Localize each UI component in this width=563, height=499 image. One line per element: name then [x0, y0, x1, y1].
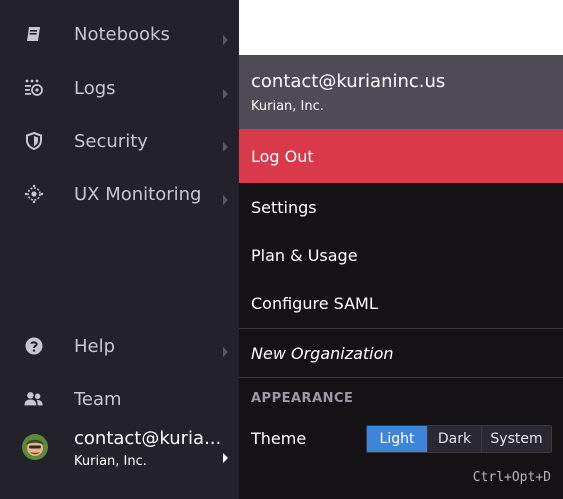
sidebar-item-label: Help [74, 335, 116, 357]
sidebar-item-notebooks[interactable]: Notebooks [0, 7, 239, 61]
sidebar-item-logs[interactable]: Logs [0, 61, 239, 115]
sidebar-item-ux-monitoring[interactable]: UX Monitoring [0, 167, 239, 221]
notebook-icon [24, 24, 44, 44]
menu-divider [239, 377, 563, 378]
chevron-right-icon [222, 341, 230, 357]
sidebar-item-security[interactable]: Security [0, 114, 239, 168]
account-menu: contact@kurianinc.us Kurian, Inc. Log Ou… [239, 55, 563, 499]
chevron-right-icon [222, 448, 230, 463]
theme-label: Theme [251, 429, 307, 448]
theme-option-dark[interactable]: Dark [427, 426, 481, 452]
shield-icon [24, 131, 44, 151]
menu-item-new-organization[interactable]: New Organization [239, 329, 563, 377]
sidebar: Notebooks Logs Security UX Monitoring He… [0, 0, 239, 499]
ux-monitoring-icon [24, 184, 44, 204]
account-menu-header: contact@kurianinc.us Kurian, Inc. [239, 55, 563, 129]
menu-item-plan-usage[interactable]: Plan & Usage [239, 231, 563, 279]
account-menu-org: Kurian, Inc. [251, 99, 324, 114]
theme-shortcut-hint: Ctrl+Opt+D [472, 470, 551, 485]
chevron-right-icon [222, 136, 230, 152]
logout-button[interactable]: Log Out [239, 129, 563, 183]
theme-toggle: Light Dark System [366, 425, 552, 453]
chevron-right-icon [222, 29, 230, 45]
sidebar-item-label: Security [74, 130, 148, 152]
menu-item-configure-saml[interactable]: Configure SAML [239, 279, 563, 327]
chevron-right-icon [222, 189, 230, 205]
chevron-right-icon [222, 83, 230, 99]
logs-icon [24, 78, 44, 98]
sidebar-item-label: Logs [74, 77, 116, 99]
sidebar-item-help[interactable]: Help [0, 319, 239, 373]
sidebar-item-label: UX Monitoring [74, 183, 202, 205]
sidebar-item-label: Team [74, 388, 122, 410]
sidebar-account[interactable]: contact@kuria... Kurian, Inc. [0, 420, 239, 488]
appearance-section-label: APPEARANCE [251, 391, 354, 406]
account-email: contact@kuria... [74, 428, 222, 449]
theme-option-light[interactable]: Light [367, 426, 427, 452]
theme-option-system[interactable]: System [481, 426, 551, 452]
sidebar-item-team[interactable]: Team [0, 372, 239, 426]
account-org: Kurian, Inc. [74, 454, 147, 469]
help-icon [24, 336, 44, 356]
account-menu-email: contact@kurianinc.us [251, 71, 446, 92]
team-icon [24, 389, 44, 409]
avatar-icon [22, 434, 48, 460]
menu-item-settings[interactable]: Settings [239, 183, 563, 231]
sidebar-item-label: Notebooks [74, 23, 170, 45]
